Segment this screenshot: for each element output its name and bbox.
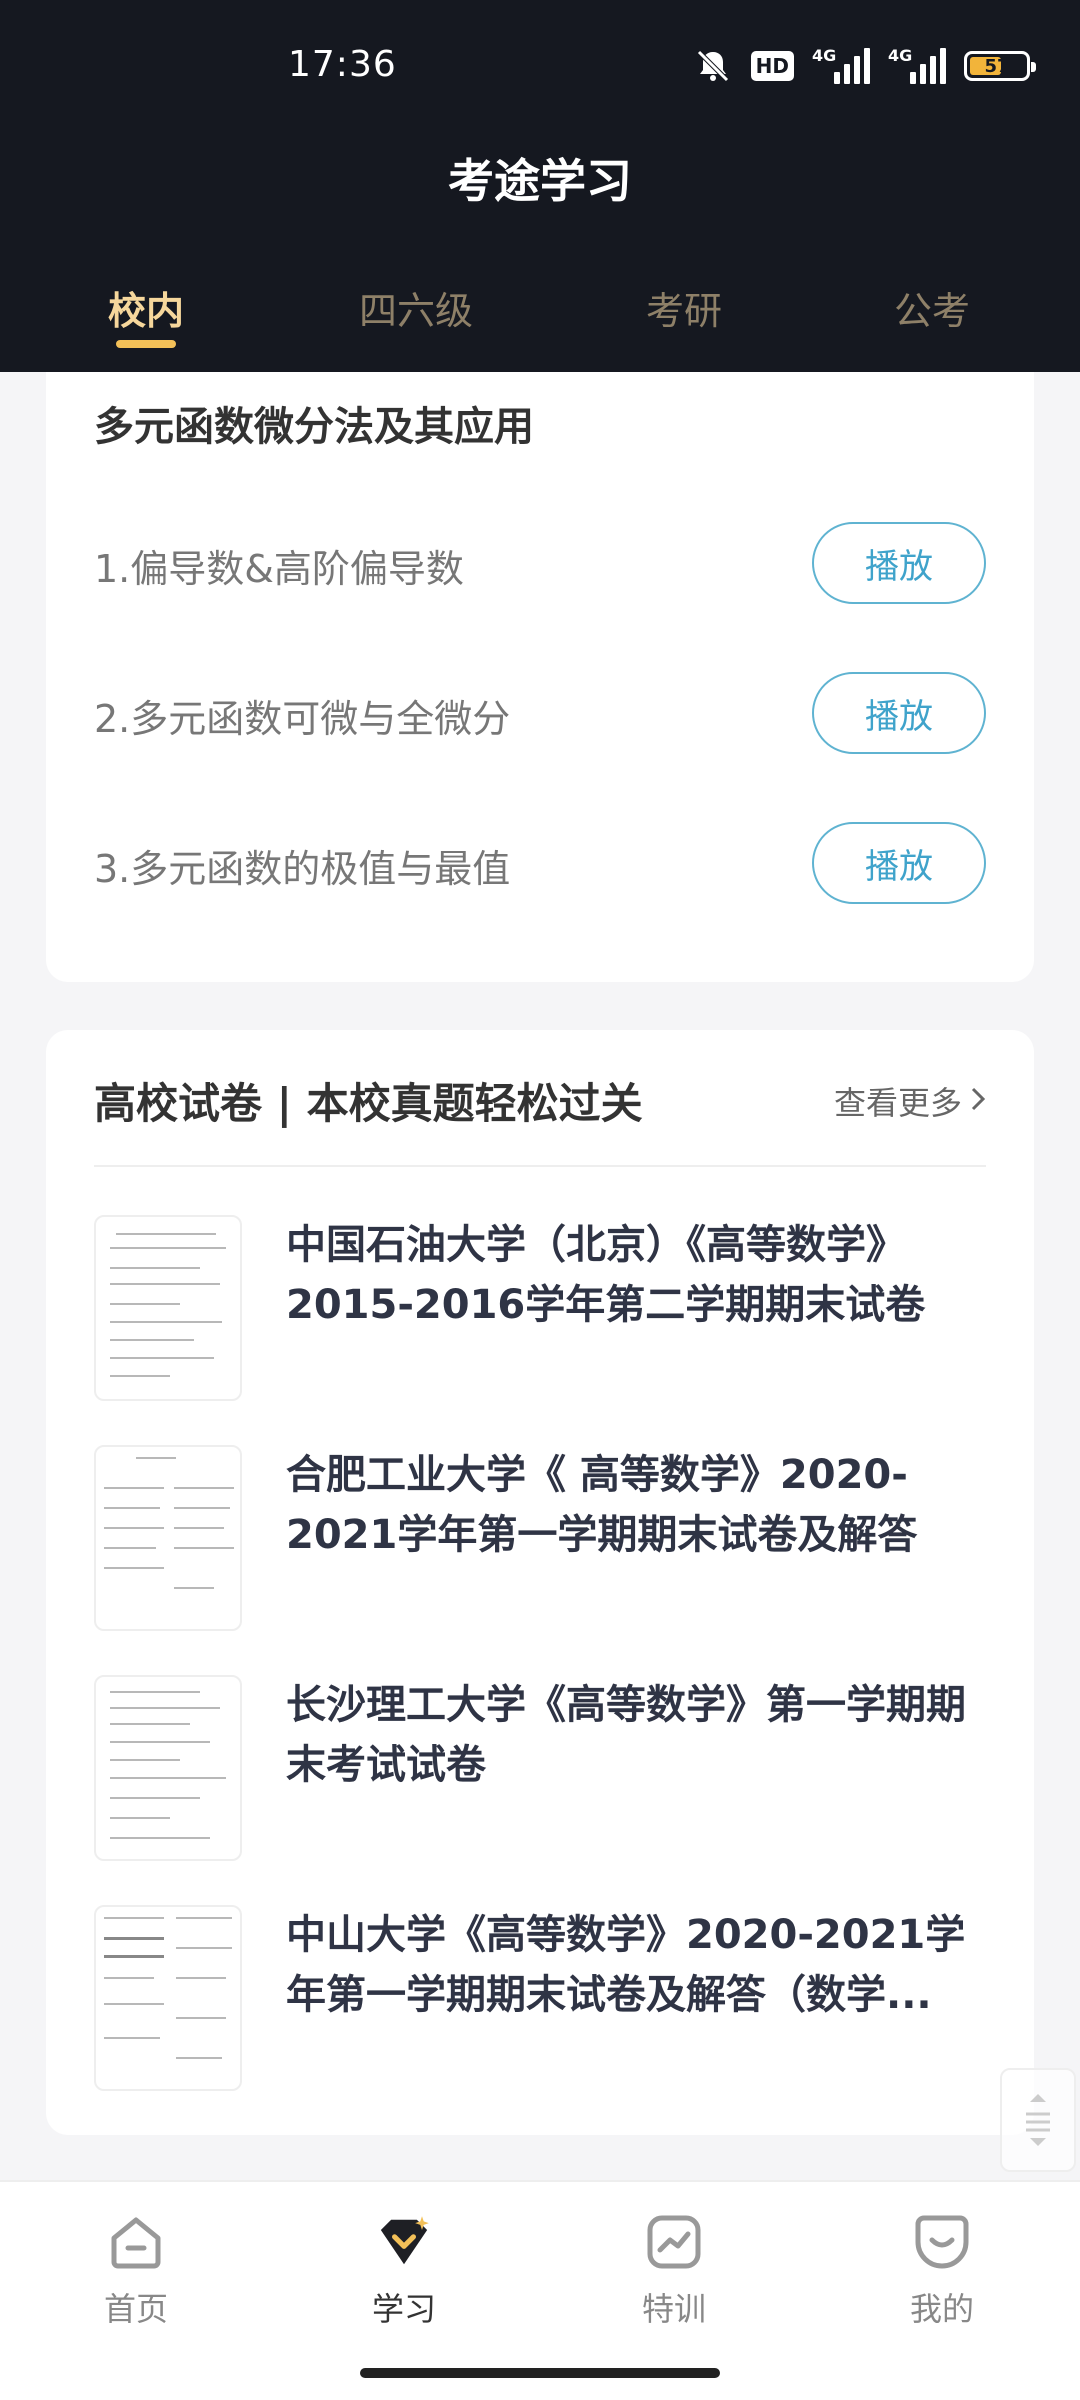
training-icon (644, 2212, 704, 2272)
nav-home[interactable]: 首页 (46, 2212, 226, 2330)
see-more-link[interactable]: 查看更多 (834, 1078, 986, 1124)
profile-icon (912, 2212, 972, 2272)
study-icon (374, 2212, 434, 2272)
float-drag-handle[interactable] (1000, 2068, 1076, 2172)
mute-bell-icon (693, 46, 733, 86)
nav-training[interactable]: 特训 (584, 2212, 764, 2330)
see-more-label: 查看更多 (833, 1084, 962, 1122)
network-type-label: 4G (812, 46, 837, 65)
paper-title: 长沙理工大学《高等数学》第一学期期末考试试卷 (286, 1682, 966, 1788)
lesson-label: 3.多元函数的极值与最值 (94, 847, 511, 891)
papers-card: 高校试卷 | 本校真题轻松过关 查看更多 中国石油大学（北京）《高等数学》201… (46, 1030, 1034, 2135)
tab-postgraduate[interactable]: 考研 (584, 280, 784, 335)
play-button[interactable]: 播放 (812, 522, 986, 604)
network-type-label: 4G (888, 46, 913, 65)
tab-civil-service[interactable]: 公考 (832, 280, 1032, 335)
status-time: 17:36 (288, 44, 397, 85)
nav-profile[interactable]: 我的 (852, 2212, 1032, 2330)
home-indicator (360, 2368, 720, 2378)
lesson-row: 2.多元函数可微与全微分 播放 (94, 672, 986, 754)
status-icons: HD 4G 4G 57 (693, 46, 1036, 86)
divider (94, 1165, 986, 1167)
course-title: 多元函数微分法及其应用 (94, 404, 534, 450)
paper-title: 合肥工业大学《 高等数学》2020-2021学年第一学期期末试卷及解答 (286, 1452, 918, 1558)
papers-title: 高校试卷 | 本校真题轻松过关 (94, 1079, 643, 1128)
lesson-row: 1.偏导数&高阶偏导数 播放 (94, 522, 986, 604)
nav-label: 我的 (909, 2290, 974, 2328)
paper-thumbnail (94, 1675, 242, 1861)
paper-list-item[interactable]: 中山大学《高等数学》2020-2021学年第一学期期末试卷及解答（数学... (94, 1905, 986, 2091)
home-icon (106, 2212, 166, 2272)
paper-thumbnail (94, 1445, 242, 1631)
course-card: 多元函数微分法及其应用 1.偏导数&高阶偏导数 播放 2.多元函数可微与全微分 … (46, 372, 1034, 982)
paper-thumbnail (94, 1905, 242, 2091)
nav-label: 特训 (641, 2290, 706, 2328)
paper-title: 中国石油大学（北京）《高等数学》2015-2016学年第二学期期末试卷 (286, 1222, 926, 1328)
app-title: 考途学习 (448, 154, 632, 208)
paper-title: 中山大学《高等数学》2020-2021学年第一学期期末试卷及解答（数学... (286, 1912, 966, 2018)
lesson-row: 3.多元函数的极值与最值 播放 (94, 822, 986, 904)
hd-icon: HD (750, 51, 794, 81)
lesson-label: 2.多元函数可微与全微分 (94, 697, 511, 741)
play-button[interactable]: 播放 (812, 822, 986, 904)
chevron-right-icon (970, 1082, 986, 1120)
tab-cet[interactable]: 四六级 (316, 280, 516, 335)
paper-thumbnail (94, 1215, 242, 1401)
nav-label: 首页 (103, 2290, 168, 2328)
battery-level: 57 (984, 55, 1010, 77)
tab-active-indicator (116, 340, 176, 348)
papers-header: 高校试卷 | 本校真题轻松过关 查看更多 (94, 1070, 986, 1160)
battery-icon: 57 (964, 51, 1036, 81)
bottom-nav: 首页 学习 特训 我的 (0, 2180, 1080, 2400)
paper-list-item[interactable]: 合肥工业大学《 高等数学》2020-2021学年第一学期期末试卷及解答 (94, 1445, 986, 1631)
app-header: 17:36 HD 4G 4G 57 考途学习 校内 四六级 考研 公考 (0, 0, 1080, 372)
drag-handle-icon (1026, 2094, 1050, 2146)
tab-campus[interactable]: 校内 (46, 280, 246, 335)
category-tabs: 校内 四六级 考研 公考 (0, 270, 1080, 360)
nav-label: 学习 (371, 2290, 436, 2328)
play-button[interactable]: 播放 (812, 672, 986, 754)
status-bar: 17:36 HD 4G 4G 57 (0, 0, 1080, 130)
nav-study[interactable]: 学习 (314, 2212, 494, 2330)
signal-icon: 4G (888, 46, 946, 84)
paper-list-item[interactable]: 中国石油大学（北京）《高等数学》2015-2016学年第二学期期末试卷 (94, 1215, 986, 1401)
paper-list-item[interactable]: 长沙理工大学《高等数学》第一学期期末考试试卷 (94, 1675, 986, 1861)
lesson-label: 1.偏导数&高阶偏导数 (94, 547, 464, 591)
signal-icon: 4G (812, 46, 870, 84)
